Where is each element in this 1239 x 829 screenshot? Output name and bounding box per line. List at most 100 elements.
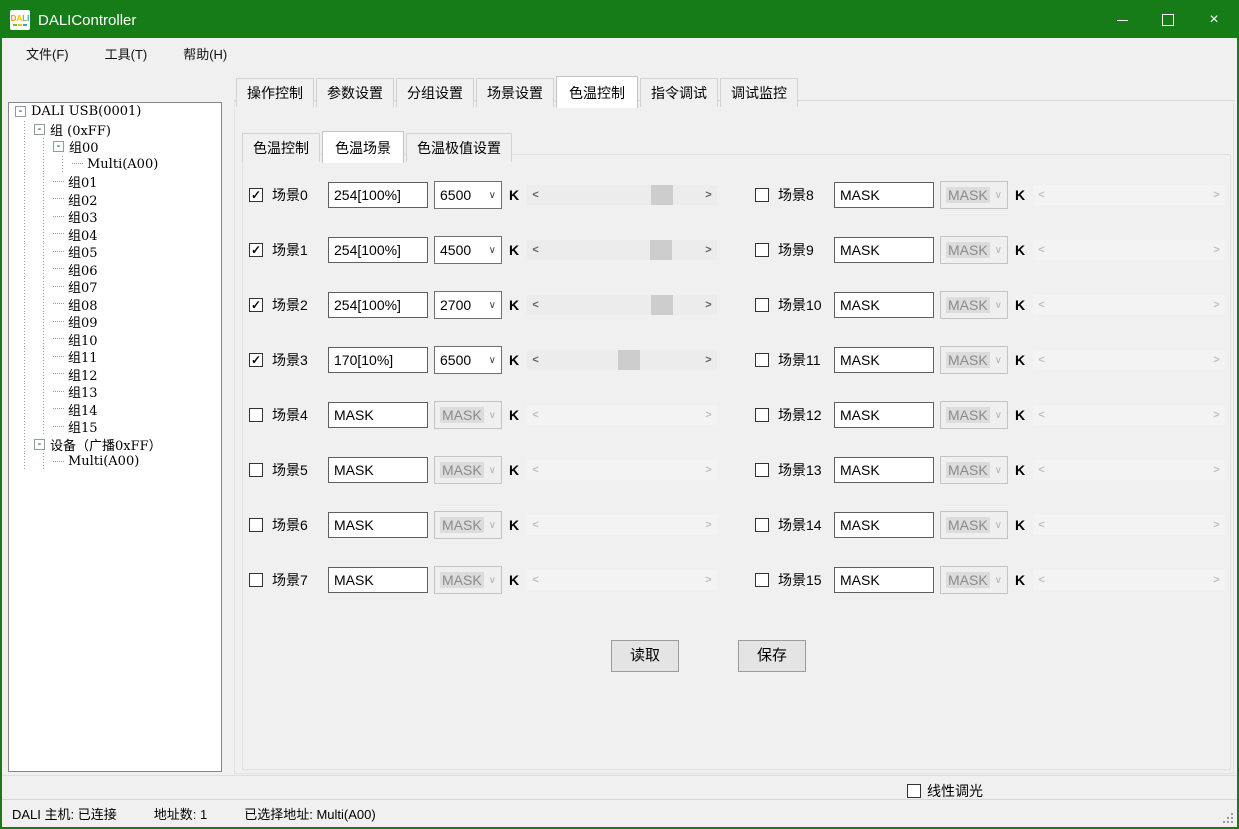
scene-level-input[interactable] [328, 512, 428, 538]
kelvin-scrollbar[interactable]: <> [527, 240, 717, 260]
tree-item[interactable]: 组07 [9, 278, 221, 296]
tree-item[interactable]: 组15 [9, 418, 221, 436]
kelvin-scrollbar[interactable]: <> [527, 185, 717, 205]
scroll-left-icon[interactable]: < [527, 460, 544, 480]
kelvin-dropdown[interactable]: MASK∨ [434, 401, 502, 429]
tree-item-label[interactable]: 组04 [66, 225, 100, 244]
minimize-button[interactable] [1099, 2, 1145, 38]
tree-item[interactable]: -设备（广播0xFF） [9, 436, 221, 454]
scene-checkbox[interactable] [249, 573, 263, 587]
kelvin-scrollbar[interactable]: <> [527, 295, 717, 315]
tree-item-label[interactable]: 组13 [66, 382, 100, 401]
kelvin-dropdown[interactable]: 4500∨ [434, 236, 502, 264]
kelvin-scrollbar[interactable]: <> [527, 460, 717, 480]
scene-checkbox[interactable] [755, 573, 769, 587]
close-button[interactable]: × [1191, 2, 1237, 38]
tree-item[interactable]: 组05 [9, 243, 221, 261]
scene-level-input[interactable] [328, 457, 428, 483]
main-tab-1[interactable]: 参数设置 [316, 78, 394, 107]
tree-item[interactable]: 组11 [9, 348, 221, 366]
scroll-track[interactable] [1050, 350, 1208, 370]
tree-item-label[interactable]: 组02 [66, 190, 100, 209]
scroll-right-icon[interactable]: > [700, 405, 717, 425]
scene-checkbox[interactable] [755, 298, 769, 312]
kelvin-dropdown[interactable]: MASK∨ [434, 511, 502, 539]
kelvin-scrollbar[interactable]: <> [1033, 240, 1225, 260]
scene-level-input[interactable] [328, 182, 428, 208]
tree-item[interactable]: 组10 [9, 331, 221, 349]
kelvin-dropdown[interactable]: 6500∨ [434, 181, 502, 209]
scene-checkbox[interactable] [249, 463, 263, 477]
scroll-right-icon[interactable]: > [1208, 570, 1225, 590]
scroll-left-icon[interactable]: < [1033, 240, 1050, 260]
tree-item-label[interactable]: 组 (0xFF) [48, 120, 113, 139]
scene-checkbox[interactable]: ✓ [249, 243, 263, 257]
tree-item-label[interactable]: 组06 [66, 260, 100, 279]
scroll-left-icon[interactable]: < [1033, 570, 1050, 590]
scene-level-input[interactable] [834, 237, 934, 263]
scene-level-input[interactable] [834, 567, 934, 593]
tree-item[interactable]: -组 (0xFF) [9, 121, 221, 139]
tree-item-label[interactable]: Multi(A00) [66, 454, 141, 469]
scroll-left-icon[interactable]: < [527, 405, 544, 425]
scroll-right-icon[interactable]: > [700, 570, 717, 590]
sub-tab-0[interactable]: 色温控制 [242, 133, 320, 162]
scroll-left-icon[interactable]: < [1033, 405, 1050, 425]
scene-checkbox[interactable] [755, 243, 769, 257]
tree-item-label[interactable]: 组09 [66, 312, 100, 331]
scroll-left-icon[interactable]: < [527, 515, 544, 535]
scene-level-input[interactable] [328, 567, 428, 593]
tree-item-label[interactable]: 组01 [66, 172, 100, 191]
scene-level-input[interactable] [328, 292, 428, 318]
kelvin-dropdown[interactable]: 6500∨ [434, 346, 502, 374]
scroll-right-icon[interactable]: > [1208, 240, 1225, 260]
tree-item-label[interactable]: 组08 [66, 295, 100, 314]
kelvin-dropdown[interactable]: MASK∨ [940, 291, 1008, 319]
scroll-left-icon[interactable]: < [527, 295, 544, 315]
scroll-track[interactable] [1050, 460, 1208, 480]
scene-checkbox[interactable]: ✓ [249, 188, 263, 202]
kelvin-scrollbar[interactable]: <> [1033, 185, 1225, 205]
tree-item[interactable]: 组12 [9, 366, 221, 384]
tree-item-label[interactable]: 组11 [66, 347, 100, 366]
main-tab-6[interactable]: 调试监控 [720, 78, 798, 107]
menu-item[interactable]: 文件(F) [14, 40, 81, 67]
kelvin-dropdown[interactable]: MASK∨ [940, 456, 1008, 484]
tree-item-label[interactable]: 组05 [66, 242, 100, 261]
main-tab-5[interactable]: 指令调试 [640, 78, 718, 107]
scene-checkbox[interactable] [249, 518, 263, 532]
tree-item[interactable]: 组03 [9, 208, 221, 226]
tree-item[interactable]: 组06 [9, 261, 221, 279]
scene-level-input[interactable] [834, 292, 934, 318]
tree-item-label[interactable]: 组03 [66, 207, 100, 226]
kelvin-dropdown[interactable]: 2700∨ [434, 291, 502, 319]
tree-item-label[interactable]: 组14 [66, 400, 100, 419]
kelvin-scrollbar[interactable]: <> [527, 405, 717, 425]
tree-item-label[interactable]: 组12 [66, 365, 100, 384]
scroll-right-icon[interactable]: > [700, 185, 717, 205]
scroll-track[interactable] [544, 460, 700, 480]
scroll-track[interactable] [544, 405, 700, 425]
scroll-left-icon[interactable]: < [1033, 515, 1050, 535]
tree-item[interactable]: 组02 [9, 191, 221, 209]
read-button[interactable]: 读取 [611, 640, 679, 672]
scene-checkbox[interactable]: ✓ [249, 298, 263, 312]
scroll-track[interactable] [544, 570, 700, 590]
scroll-track[interactable] [1050, 240, 1208, 260]
scene-checkbox[interactable] [755, 463, 769, 477]
tree-item[interactable]: 组08 [9, 296, 221, 314]
tree-collapse-icon[interactable]: - [34, 124, 45, 135]
scroll-left-icon[interactable]: < [1033, 460, 1050, 480]
scroll-track[interactable] [1050, 405, 1208, 425]
scroll-thumb[interactable] [650, 240, 672, 260]
kelvin-dropdown[interactable]: MASK∨ [940, 401, 1008, 429]
scroll-thumb[interactable] [651, 185, 673, 205]
menu-item[interactable]: 帮助(H) [171, 40, 239, 67]
tree-item[interactable]: 组01 [9, 173, 221, 191]
tree-item-label[interactable]: DALI USB(0001) [29, 104, 143, 119]
scene-checkbox[interactable] [755, 353, 769, 367]
kelvin-scrollbar[interactable]: <> [1033, 405, 1225, 425]
scene-level-input[interactable] [328, 402, 428, 428]
kelvin-scrollbar[interactable]: <> [527, 350, 717, 370]
scene-checkbox[interactable] [755, 518, 769, 532]
